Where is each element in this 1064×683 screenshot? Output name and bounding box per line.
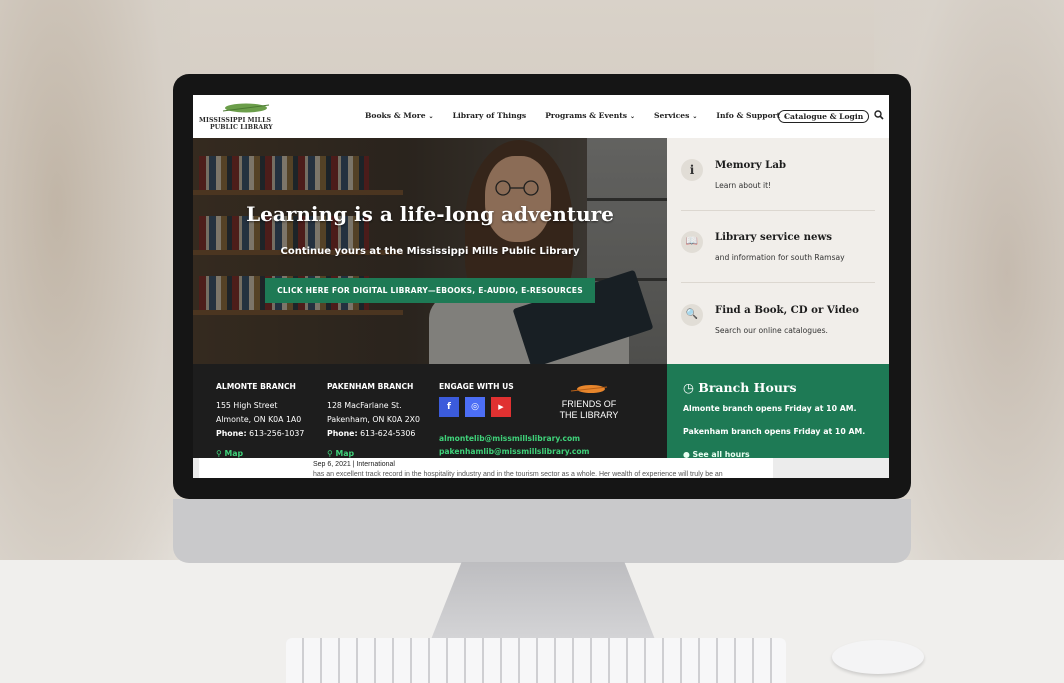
clock-icon: ◷ xyxy=(683,380,694,395)
monitor-chin xyxy=(173,499,911,563)
address-line: 128 MacFarlane St. xyxy=(327,401,402,410)
site-logo[interactable]: MISSISSIPPI MILLS PUBLIC LIBRARY xyxy=(199,102,283,134)
card-subtitle: Learn about it! xyxy=(715,181,772,190)
card-title: Find a Book, CD or Video xyxy=(715,304,859,316)
hero-banner: Learning is a life-long adventure Contin… xyxy=(193,138,667,364)
email-pakenham[interactable]: pakenhamlib@missmillslibrary.com xyxy=(439,445,589,458)
info-icon: i xyxy=(681,159,703,181)
chevron-down-icon: ⌄ xyxy=(630,113,636,120)
branch-heading: ALMONTE BRANCH xyxy=(216,382,296,391)
card-memory-lab[interactable]: i Memory Lab Learn about it! xyxy=(681,138,875,211)
facebook-icon[interactable]: f xyxy=(439,397,459,417)
branch-hours-title: ◷ Branch Hours xyxy=(683,380,797,395)
address-line: Pakenham, ON K0A 2X0 xyxy=(327,415,420,424)
mouse xyxy=(832,640,924,674)
keyboard xyxy=(286,638,786,683)
chevron-down-icon: ⌄ xyxy=(692,113,698,120)
main-nav: Books & More ⌄ Library of Things Programs… xyxy=(365,111,788,120)
map-pin-icon: ⚲ xyxy=(327,449,333,458)
article-date: Sep 6, 2021 | International xyxy=(313,461,395,468)
email-links: almontelib@missmillslibrary.com pakenham… xyxy=(439,432,589,458)
social-links: f ◎ ▶ xyxy=(439,397,511,417)
nav-item-programs-events[interactable]: Programs & Events ⌄ xyxy=(545,111,635,120)
logo-line1: MISSISSIPPI MILLS xyxy=(199,117,272,124)
card-subtitle: and information for south Ramsay xyxy=(715,253,845,262)
nav-item-library-of-things[interactable]: Library of Things xyxy=(453,111,527,120)
article-snippet: has an excellent track record in the hos… xyxy=(313,471,723,478)
friends-line1: FRIENDS OF xyxy=(561,399,617,409)
catalogue-login-button[interactable]: Catalogue & Login xyxy=(778,110,870,123)
phone-line: Phone: 613-256-1037 xyxy=(216,429,305,438)
address-line: 155 High Street xyxy=(216,401,278,410)
friends-of-library[interactable]: FRIENDS OF THE LIBRARY xyxy=(541,380,637,421)
almonte-hours: Almonte branch opens Friday at 10 AM. xyxy=(683,404,857,413)
branch-hours-panel: ◷ Branch Hours Almonte branch opens Frid… xyxy=(667,364,889,459)
overlay-strip: Sep 6, 2021 | International has an excel… xyxy=(193,458,889,478)
leaf-logo-icon xyxy=(222,103,270,113)
engage-heading: ENGAGE WITH US xyxy=(439,382,514,391)
footer-band: ALMONTE BRANCH 155 High Street Almonte, … xyxy=(193,364,667,458)
card-subtitle: Search our online catalogues. xyxy=(715,326,828,335)
card-find-book[interactable]: 🔍 Find a Book, CD or Video Search our on… xyxy=(681,283,875,355)
email-almonte[interactable]: almontelib@missmillslibrary.com xyxy=(439,432,589,445)
instagram-icon[interactable]: ◎ xyxy=(465,397,485,417)
nav-item-books-more[interactable]: Books & More ⌄ xyxy=(365,111,434,120)
almonte-branch: ALMONTE BRANCH 155 High Street Almonte, … xyxy=(216,380,304,461)
card-title: Memory Lab xyxy=(715,159,787,171)
browser-screen: MISSISSIPPI MILLS PUBLIC LIBRARY Books &… xyxy=(193,95,889,478)
zoom-in-icon: 🔍 xyxy=(681,304,703,326)
open-book-icon: 📖 xyxy=(681,231,703,253)
chevron-down-icon: ⌄ xyxy=(428,113,434,120)
youtube-icon[interactable]: ▶ xyxy=(491,397,511,417)
address-line: Almonte, ON K0A 1A0 xyxy=(216,415,302,424)
branch-heading: PAKENHAM BRANCH xyxy=(327,382,414,391)
pakenham-branch: PAKENHAM BRANCH 128 MacFarlane St. Paken… xyxy=(327,380,420,461)
map-pin-icon: ⚲ xyxy=(216,449,222,458)
logo-line2: PUBLIC LIBRARY xyxy=(210,124,273,131)
card-title: Library service news xyxy=(715,231,832,243)
search-icon[interactable] xyxy=(874,110,884,120)
maple-leaf-icon xyxy=(570,385,608,393)
phone-line: Phone: 613-624-5306 xyxy=(327,429,416,438)
nav-item-services[interactable]: Services ⌄ xyxy=(654,111,697,120)
site-header: MISSISSIPPI MILLS PUBLIC LIBRARY Books &… xyxy=(193,95,889,139)
feature-cards: i Memory Lab Learn about it! 📖 Library s… xyxy=(667,138,889,364)
hero-title: Learning is a life-long adventure xyxy=(246,202,614,226)
card-library-service-news[interactable]: 📖 Library service news and information f… xyxy=(681,210,875,283)
hero-subtitle: Continue yours at the Mississippi Mills … xyxy=(280,246,580,257)
digital-library-button[interactable]: CLICK HERE FOR DIGITAL LIBRARY—EBOOKS, E… xyxy=(265,278,595,303)
friends-line2: THE LIBRARY xyxy=(559,410,619,420)
pakenham-hours: Pakenham branch opens Friday at 10 AM. xyxy=(683,427,866,436)
monitor-stand xyxy=(430,562,656,642)
